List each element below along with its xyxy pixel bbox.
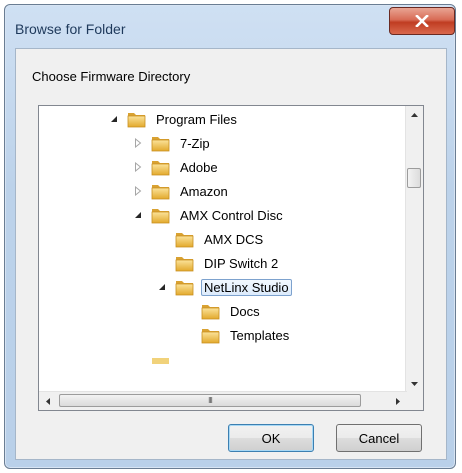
horizontal-scroll-thumb[interactable]: III	[59, 394, 361, 407]
folder-icon	[201, 302, 221, 320]
triangle-expanded-icon[interactable]	[133, 210, 143, 220]
tree-item-label: Templates	[230, 327, 290, 343]
tree-item-label: 7-Zip	[180, 135, 210, 151]
scroll-down-icon	[411, 381, 418, 386]
triangle-collapsed-icon[interactable]	[133, 138, 143, 148]
tree-item-partial	[151, 350, 177, 372]
tree-item-adobe[interactable]: Adobe	[133, 156, 221, 178]
vertical-scroll-thumb[interactable]	[407, 168, 421, 188]
scroll-up-icon	[411, 112, 418, 117]
triangle-collapsed-icon[interactable]	[133, 186, 143, 196]
scroll-down-button[interactable]	[406, 375, 423, 392]
close-button[interactable]	[389, 7, 455, 35]
tree-item-dip-switch-2[interactable]: DIP Switch 2	[175, 252, 281, 274]
tree-item-label: DIP Switch 2	[204, 255, 279, 271]
folder-icon	[175, 230, 195, 248]
browse-folder-dialog: Browse for Folder Choose Firmware Direct…	[4, 4, 456, 469]
folder-icon	[201, 326, 221, 344]
scrollbar-corner	[405, 392, 423, 410]
tree-item-label: Program Files	[156, 111, 237, 127]
folder-icon	[151, 158, 171, 176]
tree-item-label: Docs	[230, 303, 260, 319]
scroll-up-button[interactable]	[406, 106, 423, 123]
tree-item-netlinx-studio[interactable]: NetLinx Studio	[157, 276, 292, 298]
dialog-body: Choose Firmware Directory Program Files …	[15, 48, 447, 460]
cancel-button[interactable]: Cancel	[336, 424, 422, 452]
horizontal-scrollbar[interactable]: III	[39, 391, 407, 410]
folder-icon	[175, 278, 195, 296]
tree-item-docs[interactable]: Docs	[201, 300, 263, 322]
tree-item-templates[interactable]: Templates	[201, 324, 292, 346]
folder-icon	[151, 206, 171, 224]
folder-icon	[152, 358, 169, 364]
folder-tree[interactable]: Program Files 7-Zip Adobe Amazon AMX Con…	[38, 105, 424, 411]
tree-item-label: Amazon	[180, 183, 228, 199]
tree-item-label: Adobe	[180, 159, 218, 175]
tree-item-program-files[interactable]: Program Files	[109, 108, 240, 130]
tree-item-amx-dcs[interactable]: AMX DCS	[175, 228, 266, 250]
tree-item-amazon[interactable]: Amazon	[133, 180, 231, 202]
close-icon	[415, 15, 429, 27]
folder-icon	[151, 134, 171, 152]
tree-item-label: AMX DCS	[204, 231, 264, 247]
scroll-left-icon	[46, 397, 50, 405]
ok-button[interactable]: OK	[228, 424, 314, 452]
dialog-title: Browse for Folder	[15, 21, 126, 37]
tree-item-7zip[interactable]: 7-Zip	[133, 132, 213, 154]
scroll-right-icon	[396, 397, 400, 405]
folder-icon	[127, 110, 147, 128]
dialog-prompt: Choose Firmware Directory	[32, 69, 191, 84]
scroll-grip: III	[208, 396, 213, 405]
scroll-left-button[interactable]	[39, 392, 57, 410]
triangle-expanded-icon[interactable]	[109, 114, 119, 124]
triangle-collapsed-icon[interactable]	[133, 162, 143, 172]
triangle-expanded-icon[interactable]	[157, 282, 167, 292]
tree-item-label: NetLinx Studio	[201, 278, 292, 296]
vertical-scrollbar[interactable]	[405, 106, 423, 392]
tree-item-label: AMX Control Disc	[180, 207, 283, 223]
folder-icon	[151, 182, 171, 200]
folder-icon	[175, 254, 195, 272]
tree-item-amx-control-disc[interactable]: AMX Control Disc	[133, 204, 286, 226]
